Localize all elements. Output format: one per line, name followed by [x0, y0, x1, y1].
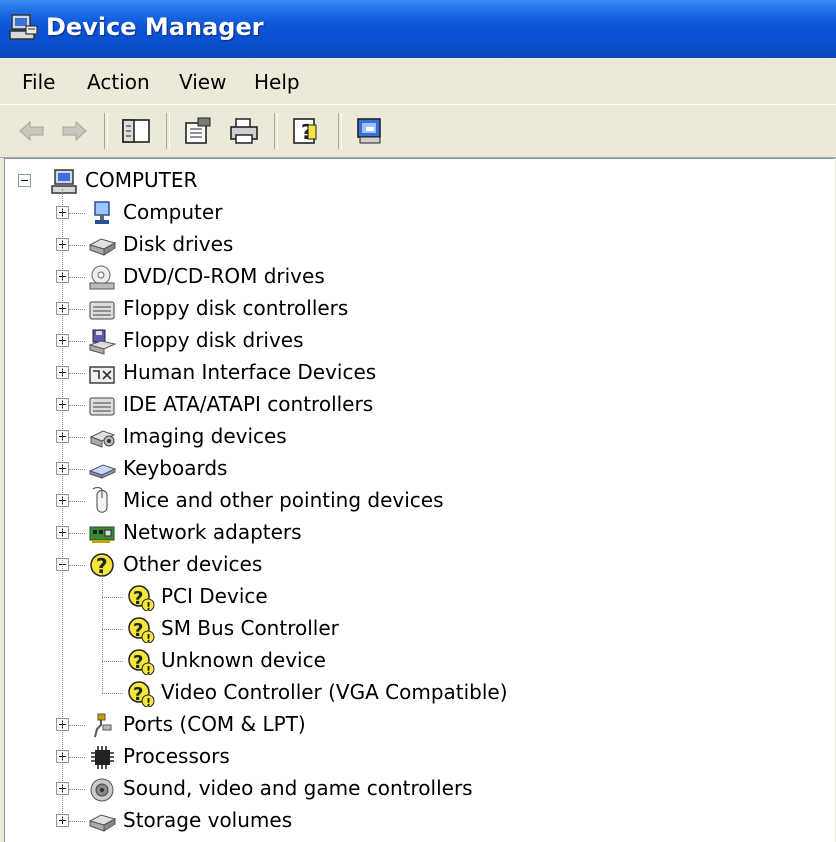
menu-file[interactable]: File [22, 70, 55, 94]
tree-item-label: SM Bus Controller [161, 616, 339, 640]
printer-icon[interactable] [228, 115, 260, 147]
tree-item-label: Network adapters [123, 520, 302, 544]
console-tree-icon[interactable] [120, 115, 152, 147]
title-bar[interactable]: Device Manager [0, 0, 836, 58]
tree-connector-line [69, 309, 85, 310]
floppy-icon [88, 329, 117, 355]
disk-drive-icon [88, 814, 117, 832]
camera-icon [89, 430, 116, 448]
tree-connector-line [102, 573, 103, 693]
tree-connector-line [102, 661, 123, 662]
menu-view[interactable]: View [179, 70, 226, 94]
toolbar: ? [0, 104, 836, 158]
port-icon [94, 713, 112, 738]
tree-item-label: Other devices [123, 552, 263, 576]
cdrom-icon [89, 265, 115, 290]
tree-item-label: Ports (COM & LPT) [123, 712, 306, 736]
network-card-icon [89, 526, 115, 543]
svg-text:!: ! [146, 600, 151, 611]
toolbar-separator [166, 113, 170, 149]
tree-item-label: Keyboards [123, 456, 228, 480]
toolbar-separator [274, 113, 278, 149]
unknown-device-warning-icon: ?! [128, 681, 155, 707]
tree-item-label: Processors [123, 744, 230, 768]
properties-icon[interactable] [182, 115, 214, 147]
tree-connector-line [69, 437, 85, 438]
controller-icon [89, 397, 115, 416]
tree-connector-line [69, 277, 85, 278]
tree-connector-line [102, 693, 123, 694]
tree-connector-line [69, 725, 85, 726]
forward-arrow-icon[interactable] [58, 115, 90, 147]
tree-item-label: Floppy disk drives [123, 328, 304, 352]
menu-action[interactable]: Action [87, 70, 150, 94]
tree-connector-line [69, 373, 85, 374]
disk-drive-icon [88, 238, 117, 256]
tree-connector-line [69, 565, 85, 566]
processor-icon [91, 746, 114, 769]
tree-connector-line [69, 245, 85, 246]
tree-connector-line [69, 757, 85, 758]
tree-connector-line [62, 189, 63, 821]
tree-item-label: PCI Device [161, 584, 268, 608]
root-collapse-toggle[interactable] [18, 174, 31, 187]
tree-connector-line [69, 469, 85, 470]
tree-item-label: Video Controller (VGA Compatible) [161, 680, 508, 704]
window-title: Device Manager [46, 13, 264, 41]
tree-item-label: Unknown device [161, 648, 326, 672]
toolbar-separator [104, 113, 108, 149]
tree-item-label: Disk drives [123, 232, 234, 256]
svg-text:!: ! [146, 632, 151, 643]
tree-connector-line [102, 597, 123, 598]
tree-connector-line [69, 533, 85, 534]
tree-connector-line [69, 501, 85, 502]
tree-item-label: Storage volumes [123, 808, 293, 832]
tree-item-label: DVD/CD-ROM drives [123, 264, 325, 288]
root-computer-icon [51, 169, 77, 194]
svg-text:!: ! [146, 696, 151, 707]
device-manager-icon [9, 14, 38, 40]
menu-bar: File Action View Help [0, 58, 836, 104]
toolbar-separator [338, 113, 342, 149]
tree-item-label: Sound, video and game controllers [123, 776, 473, 800]
tree-item-label: Human Interface Devices [123, 360, 377, 384]
menu-help[interactable]: Help [254, 70, 300, 94]
computer-icon [94, 201, 110, 224]
back-arrow-icon[interactable] [16, 115, 48, 147]
device-tree[interactable]: COMPUTER Computer Disk drives DVD/CD-ROM dr… [4, 158, 835, 842]
hid-icon [89, 366, 115, 384]
unknown-device-warning-icon: ?! [128, 585, 155, 611]
device-manager-window: Device Manager File Action View Help ? C… [0, 0, 836, 842]
unknown-device-warning-icon: ?! [128, 649, 155, 675]
tree-item-label: Mice and other pointing devices [123, 488, 444, 512]
help-icon[interactable]: ? [290, 115, 322, 147]
tree-connector-line [69, 789, 85, 790]
mouse-icon [92, 487, 108, 513]
tree-item-label: Imaging devices [123, 424, 287, 448]
unknown-device-warning-icon: ?! [128, 617, 155, 643]
keyboard-icon [88, 464, 117, 479]
scan-hardware-icon[interactable] [354, 115, 386, 147]
tree-item-label: Floppy disk controllers [123, 296, 349, 320]
controller-icon [89, 301, 115, 320]
tree-connector-line [69, 341, 85, 342]
speaker-icon [90, 778, 114, 802]
tree-connector-line [69, 405, 85, 406]
tree-item-label: IDE ATA/ATAPI controllers [123, 392, 374, 416]
tree-connector-line [102, 629, 123, 630]
svg-text:!: ! [146, 664, 151, 675]
tree-connector-line [69, 821, 85, 822]
tree-connector-line [69, 213, 85, 214]
tree-item-label: Computer [123, 200, 223, 224]
tree-item-label: COMPUTER [85, 168, 198, 192]
